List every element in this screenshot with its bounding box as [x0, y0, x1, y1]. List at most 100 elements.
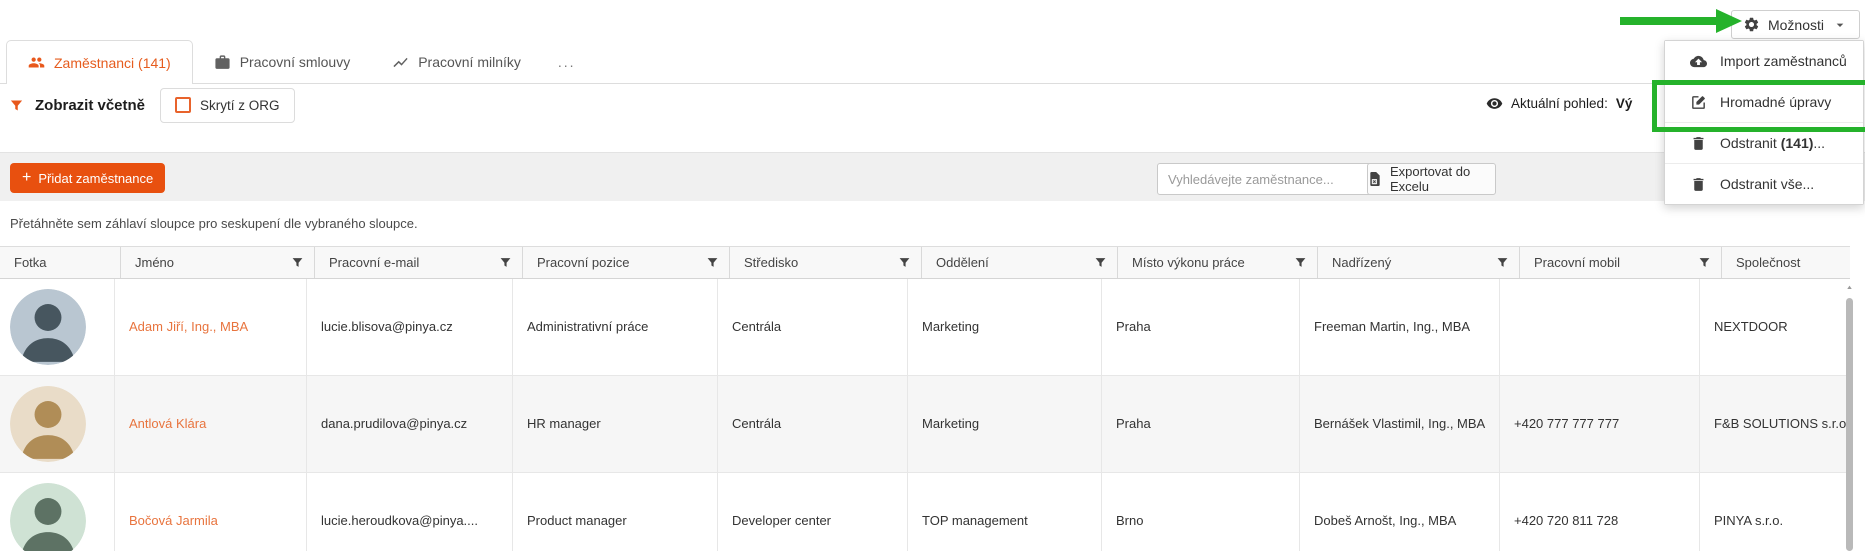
current-view-label: Aktuální pohled: [1511, 96, 1608, 111]
cell-text: Centrála [732, 414, 781, 434]
export-label: Exportovat do Excelu [1390, 164, 1495, 194]
cell-center: Centrála [718, 376, 908, 472]
cell-text: Product manager [527, 511, 627, 531]
column-filter-funnel-icon[interactable] [898, 256, 911, 269]
column-header-name[interactable]: Jméno [121, 247, 315, 278]
briefcase-icon [214, 54, 231, 71]
employee-photo[interactable] [10, 386, 86, 462]
menu-item-odstranit-v-e-[interactable]: Odstranit vše... [1665, 163, 1863, 204]
cell-manager: Dobeš Arnošt, Ing., MBA [1300, 473, 1500, 551]
gear-icon [1743, 16, 1760, 33]
cell-text: Praha [1116, 317, 1151, 337]
filter-bar: Zobrazit včetně Skrytí z ORG Aktuální po… [0, 88, 1865, 122]
column-header-label: Nadřízený [1332, 255, 1391, 270]
arrow-annotation [1620, 8, 1744, 34]
cell-text: Marketing [922, 317, 979, 337]
table-body: Adam Jiří, Ing., MBA lucie.blisova@pinya.… [0, 279, 1850, 551]
cell-email: lucie.heroudkova@pinya.... [307, 473, 513, 551]
cell-mobile: +420 720 811 728 [1500, 473, 1700, 551]
cell-manager: Freeman Martin, Ing., MBA [1300, 279, 1500, 375]
menu-item-label: Odstranit (141)... [1720, 135, 1825, 151]
tab-label: Pracovní milníky [418, 54, 521, 70]
cell-center: Centrála [718, 279, 908, 375]
column-header-label: Pracovní pozice [537, 255, 630, 270]
cell-name[interactable]: Adam Jiří, Ing., MBA [115, 279, 307, 375]
column-header-label: Místo výkonu práce [1132, 255, 1245, 270]
cell-text[interactable]: Bočová Jarmila [129, 511, 218, 531]
add-employee-button[interactable]: + Přidat zaměstnance [10, 163, 165, 193]
cell-workplace: Brno [1102, 473, 1300, 551]
hidden-from-org-checkbox[interactable] [175, 97, 191, 113]
column-filter-funnel-icon[interactable] [1294, 256, 1307, 269]
options-dropdown-menu: Import zaměstnanců Hromadné úpravy Odstran… [1664, 40, 1864, 205]
plus-icon: + [22, 170, 31, 186]
employee-photo[interactable] [10, 289, 86, 365]
employee-photo[interactable] [10, 483, 86, 551]
column-header-mobile[interactable]: Pracovní mobil [1520, 247, 1722, 278]
options-button[interactable]: Možnosti [1731, 10, 1860, 39]
tab-label: ... [558, 54, 576, 70]
menu-item-import-zam-stnanc-[interactable]: Import zaměstnanců [1665, 41, 1863, 81]
tab-pracovn-miln-ky[interactable]: Pracovní milníky [371, 40, 542, 84]
cell-text: lucie.blisova@pinya.cz [321, 317, 453, 337]
cell-name[interactable]: Bočová Jarmila [115, 473, 307, 551]
cell-text: +420 777 777 777 [1514, 414, 1619, 434]
cell-text: Centrála [732, 317, 781, 337]
column-header-position[interactable]: Pracovní pozice [523, 247, 730, 278]
cell-text: dana.prudilova@pinya.cz [321, 414, 467, 434]
cell-text: Brno [1116, 511, 1143, 531]
column-filter-funnel-icon[interactable] [291, 256, 304, 269]
vertical-scrollbar-thumb[interactable] [1846, 298, 1853, 551]
column-header-label: Jméno [135, 255, 174, 270]
options-button-label: Možnosti [1768, 17, 1824, 33]
tab-more[interactable]: ... [542, 40, 592, 84]
cell-name[interactable]: Antlová Klára [115, 376, 307, 472]
cell-text[interactable]: Adam Jiří, Ing., MBA [129, 317, 248, 337]
cell-email: dana.prudilova@pinya.cz [307, 376, 513, 472]
column-header-company[interactable]: Společnost [1722, 247, 1865, 278]
trash-icon [1690, 135, 1707, 152]
cell-text[interactable]: Antlová Klára [129, 414, 206, 434]
menu-item-label: Odstranit vše... [1720, 176, 1814, 192]
cell-company: NEXTDOOR [1700, 279, 1865, 375]
scrollbar-up-arrow[interactable] [1845, 283, 1854, 292]
column-filter-funnel-icon[interactable] [1698, 256, 1711, 269]
column-header-center[interactable]: Středisko [730, 247, 922, 278]
employee-row[interactable]: Adam Jiří, Ing., MBA lucie.blisova@pinya.… [0, 279, 1850, 376]
column-filter-funnel-icon[interactable] [706, 256, 719, 269]
column-header-department[interactable]: Oddělení [922, 247, 1118, 278]
column-filter-funnel-icon[interactable] [1094, 256, 1107, 269]
cell-workplace: Praha [1102, 279, 1300, 375]
menu-item-odstranit[interactable]: Odstranit (141)... [1665, 122, 1863, 163]
menu-item-label: Hromadné úpravy [1720, 94, 1831, 110]
column-header-email[interactable]: Pracovní e-mail [315, 247, 523, 278]
tab-zam-stnanci-141-[interactable]: Zaměstnanci (141) [6, 40, 193, 84]
group-by-hint-text: Přetáhněte sem záhlaví sloupce pro sesku… [10, 216, 418, 231]
column-header-label: Středisko [744, 255, 798, 270]
search-input[interactable] [1157, 163, 1383, 195]
column-header-manager[interactable]: Nadřízený [1318, 247, 1520, 278]
employee-list-page: Možnosti Zaměstnanci (141)Pracovní smlou… [0, 0, 1865, 551]
table-toolbar: + Přidat zaměstnance Exportovat do Excel… [0, 152, 1865, 203]
column-filter-funnel-icon[interactable] [499, 256, 512, 269]
cell-company: F&B SOLUTIONS s.r.o. [1700, 376, 1865, 472]
export-to-excel-button[interactable]: Exportovat do Excelu [1367, 163, 1496, 195]
current-view-value: Vý [1616, 96, 1633, 111]
edit-icon [1690, 94, 1707, 111]
group-by-drop-zone[interactable]: Přetáhněte sem záhlaví sloupce pro sesku… [0, 201, 1865, 246]
add-employee-label: Přidat zaměstnance [38, 171, 153, 186]
employee-row[interactable]: Antlová Klára dana.prudilova@pinya.cz HR m… [0, 376, 1850, 473]
menu-item-hromadn-pravy[interactable]: Hromadné úpravy [1665, 81, 1863, 122]
column-filter-funnel-icon[interactable] [1496, 256, 1509, 269]
employee-row[interactable]: Bočová Jarmila lucie.heroudkova@pinya....… [0, 473, 1850, 551]
column-header-photo[interactable]: Fotka [0, 247, 121, 278]
employees-table: Fotka Jméno Pracovní e-mail Pracovní pozice… [0, 246, 1850, 551]
cell-text: Administrativní práce [527, 317, 648, 337]
cell-text: Freeman Martin, Ing., MBA [1314, 317, 1470, 337]
column-header-workplace[interactable]: Místo výkonu práce [1118, 247, 1318, 278]
hidden-from-org-toggle[interactable]: Skrytí z ORG [160, 88, 295, 123]
cell-text: Developer center [732, 511, 831, 531]
cell-text: HR manager [527, 414, 601, 434]
tab-pracovn-smlouvy[interactable]: Pracovní smlouvy [193, 40, 371, 84]
current-view-indicator: Aktuální pohled: Vý [1486, 95, 1632, 112]
